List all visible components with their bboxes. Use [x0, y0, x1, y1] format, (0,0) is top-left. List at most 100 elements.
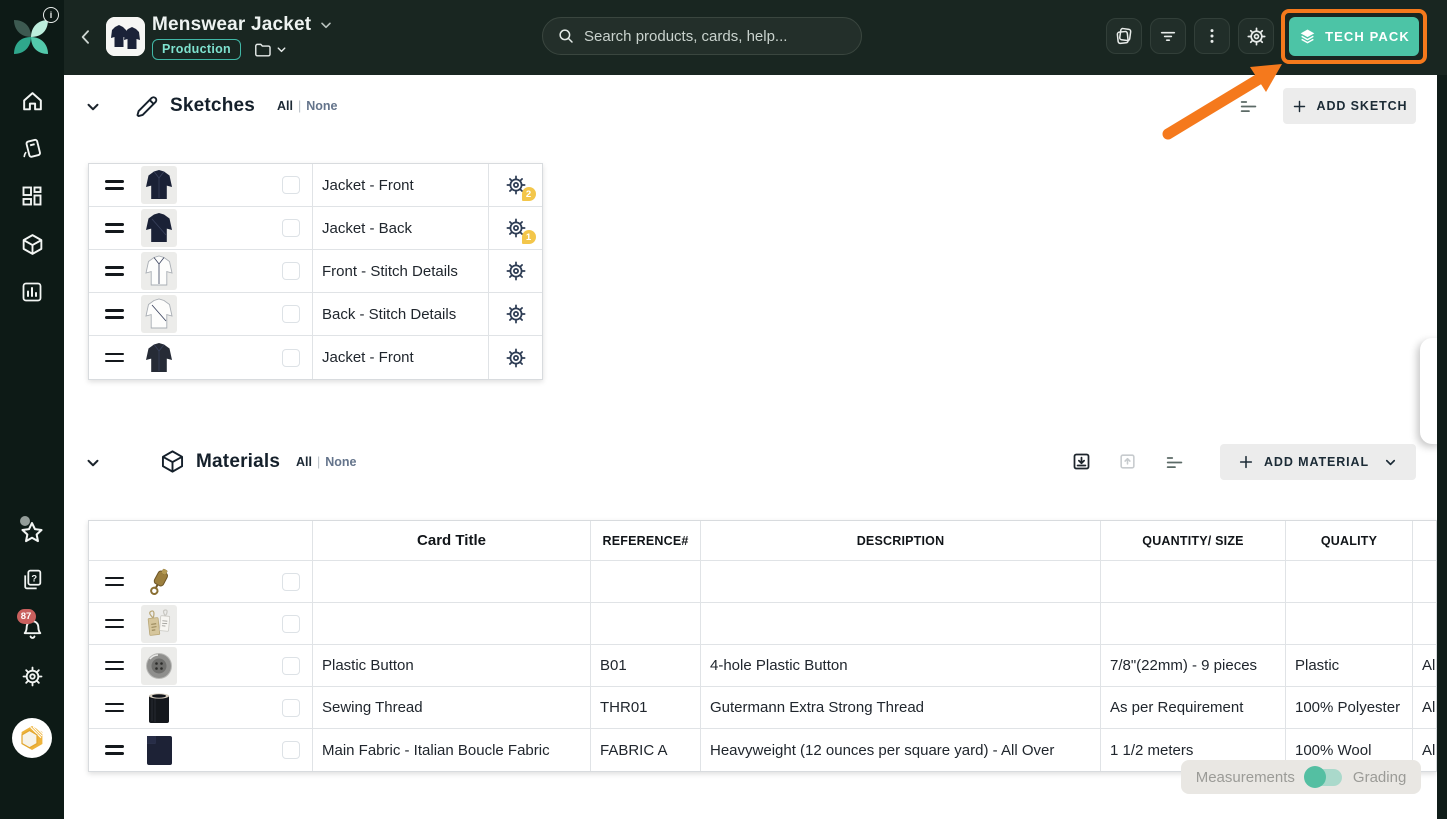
row-checkbox[interactable] — [282, 657, 300, 675]
drag-handle[interactable] — [105, 661, 124, 671]
sketch-settings-gear[interactable] — [505, 260, 527, 282]
folder-selector[interactable] — [253, 40, 288, 59]
sidebar-item-swatches[interactable] — [0, 128, 64, 168]
drag-handle[interactable] — [105, 619, 124, 629]
user-avatar[interactable] — [12, 718, 52, 758]
tech-pack-button[interactable]: TECH PACK — [1289, 17, 1419, 56]
material-placement[interactable]: Alo — [1413, 687, 1436, 728]
column-header-reference[interactable]: REFERENCE# — [591, 521, 701, 560]
more-options-button[interactable] — [1194, 18, 1230, 54]
column-header-description[interactable]: DESCRIPTION — [701, 521, 1101, 560]
material-reference[interactable]: FABRIC A — [591, 729, 701, 771]
sketch-thumbnail-front-stitch[interactable] — [141, 252, 177, 290]
info-icon[interactable]: i — [43, 7, 59, 23]
select-all-link[interactable]: All — [296, 455, 312, 469]
material-quality[interactable] — [1286, 603, 1413, 644]
material-placement[interactable] — [1413, 603, 1436, 644]
row-checkbox[interactable] — [282, 219, 300, 237]
material-card-title[interactable]: Plastic Button — [313, 645, 591, 686]
search-input[interactable] — [584, 28, 847, 45]
sidebar-item-favorites[interactable] — [0, 513, 64, 553]
drag-handle[interactable] — [105, 745, 124, 755]
sidebar-item-settings[interactable] — [0, 656, 64, 696]
material-quality[interactable]: Plastic — [1286, 645, 1413, 686]
add-material-button[interactable]: ADD MATERIAL — [1220, 444, 1416, 480]
product-title-row[interactable]: Menswear Jacket — [152, 14, 334, 36]
drag-handle[interactable] — [105, 180, 124, 190]
row-checkbox[interactable] — [282, 176, 300, 194]
sketch-thumbnail-jacket-back[interactable] — [141, 209, 177, 247]
sketch-settings-gear[interactable]: 2 — [505, 174, 527, 196]
row-checkbox[interactable] — [282, 615, 300, 633]
select-none-link[interactable]: None — [325, 455, 356, 469]
material-reference[interactable]: THR01 — [591, 687, 701, 728]
sketch-settings-gear[interactable] — [505, 303, 527, 325]
drag-handle[interactable] — [105, 703, 124, 713]
sidebar-item-home[interactable] — [0, 81, 64, 121]
row-checkbox[interactable] — [282, 305, 300, 323]
material-description[interactable] — [701, 603, 1101, 644]
sidebar-item-dashboard[interactable] — [0, 176, 64, 216]
sidebar-item-reports[interactable] — [0, 272, 64, 312]
material-description[interactable]: Heavyweight (12 ounces per square yard) … — [701, 729, 1101, 771]
materials-sort-icon[interactable] — [1164, 452, 1186, 474]
sketch-thumbnail-jacket-front[interactable]: .line{stroke:#39415c;stroke-width:.8} — [141, 166, 177, 204]
material-thumbnail-hangtags[interactable] — [141, 605, 177, 643]
drag-handle[interactable] — [105, 309, 124, 319]
material-thumbnail-zipper[interactable] — [141, 563, 177, 601]
material-description[interactable]: 4-hole Plastic Button — [701, 645, 1101, 686]
drag-handle[interactable] — [105, 266, 124, 276]
sidebar-item-materials[interactable] — [0, 224, 64, 264]
material-reference[interactable]: B01 — [591, 645, 701, 686]
drag-handle[interactable] — [105, 353, 124, 363]
row-checkbox[interactable] — [282, 741, 300, 759]
sketch-name[interactable]: Jacket - Front — [313, 336, 489, 379]
product-thumbnail[interactable] — [106, 17, 145, 56]
sidebar-item-notifications[interactable]: 87 — [0, 609, 64, 649]
material-placement[interactable]: Alo — [1413, 645, 1436, 686]
material-quality[interactable]: 100% Polyester — [1286, 687, 1413, 728]
material-card-title[interactable]: Main Fabric - Italian Boucle Fabric — [313, 729, 591, 771]
material-quality[interactable] — [1286, 561, 1413, 602]
select-none-link[interactable]: None — [306, 99, 337, 113]
filter-button[interactable] — [1150, 18, 1186, 54]
back-icon[interactable] — [72, 22, 100, 52]
row-checkbox[interactable] — [282, 699, 300, 717]
row-checkbox[interactable] — [282, 573, 300, 591]
sketch-name[interactable]: Jacket - Front — [313, 164, 489, 206]
sketch-name[interactable]: Back - Stitch Details — [313, 293, 489, 335]
material-reference[interactable] — [591, 561, 701, 602]
material-reference[interactable] — [591, 603, 701, 644]
row-checkbox[interactable] — [282, 349, 300, 367]
material-description[interactable]: Gutermann Extra Strong Thread — [701, 687, 1101, 728]
material-card-title[interactable]: Sewing Thread — [313, 687, 591, 728]
materials-collapse-chevron[interactable] — [82, 452, 104, 474]
toggle-knob[interactable] — [1304, 766, 1326, 788]
material-thumbnail-button[interactable] — [141, 647, 177, 685]
sketch-thumbnail-back-stitch[interactable] — [141, 295, 177, 333]
material-quantity[interactable]: 7/8"(22mm) - 9 pieces — [1101, 645, 1286, 686]
cards-button[interactable] — [1106, 18, 1142, 54]
sketch-thumbnail-jacket-photo[interactable] — [141, 339, 177, 377]
row-checkbox[interactable] — [282, 262, 300, 280]
app-logo[interactable] — [10, 16, 52, 58]
measurements-grading-toggle[interactable] — [1306, 769, 1342, 786]
material-description[interactable] — [701, 561, 1101, 602]
material-thumbnail-thread[interactable] — [141, 689, 177, 727]
material-quantity[interactable]: As per Requirement — [1101, 687, 1286, 728]
material-quantity[interactable] — [1101, 561, 1286, 602]
material-quantity[interactable] — [1101, 603, 1286, 644]
chevron-down-icon[interactable] — [318, 17, 334, 33]
sketch-name[interactable]: Front - Stitch Details — [313, 250, 489, 292]
select-all-link[interactable]: All — [277, 99, 293, 113]
search-bar[interactable] — [542, 17, 862, 55]
drag-handle[interactable] — [105, 223, 124, 233]
column-header-quantity[interactable]: QUANTITY/ SIZE — [1101, 521, 1286, 560]
sketch-name[interactable]: Jacket - Back — [313, 207, 489, 249]
material-placement[interactable] — [1413, 561, 1436, 602]
material-card-title[interactable] — [313, 603, 591, 644]
column-header-card-title[interactable]: Card Title — [313, 521, 591, 560]
sidebar-item-help[interactable]: ? — [0, 559, 64, 599]
import-icon[interactable] — [1071, 451, 1092, 472]
column-header-quality[interactable]: QUALITY — [1286, 521, 1413, 560]
